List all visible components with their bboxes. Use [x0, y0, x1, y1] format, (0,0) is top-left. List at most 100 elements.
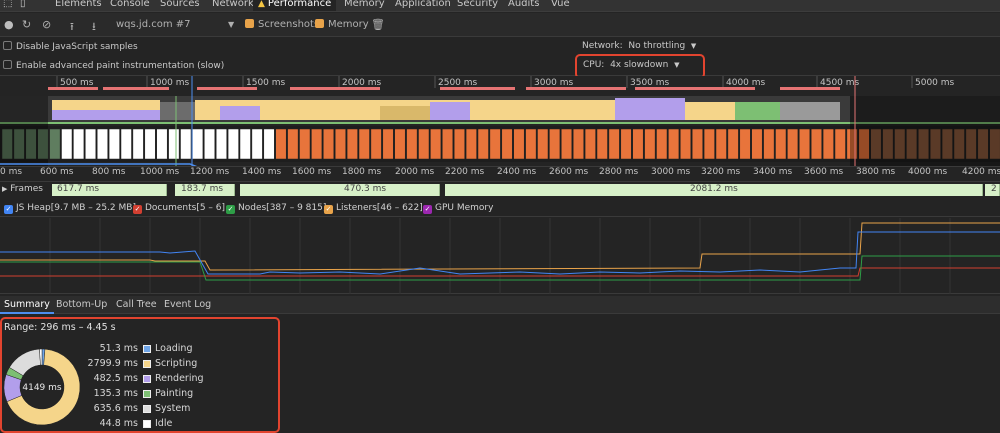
frame-duration: 2 [991, 184, 997, 194]
tab-vue[interactable]: Vue [551, 0, 570, 9]
screenshot-thumbnail [727, 128, 739, 160]
disable-js-samples-checkbox[interactable]: Disable JavaScript samples [3, 41, 138, 52]
time-tick-label: 1800 ms [342, 167, 382, 177]
screenshot-thumbnail [465, 128, 477, 160]
frame-bar[interactable] [240, 184, 440, 196]
reload-record-icon[interactable]: ↻ [22, 18, 31, 31]
screenshot-thumbnail [287, 128, 299, 160]
summary-row-label: Idle [155, 418, 173, 429]
overview-tick-label: 2000 ms [342, 78, 382, 88]
screenshot-thumbnail [144, 128, 156, 160]
tab-application[interactable]: Application [395, 0, 451, 9]
time-tick-label: 4000 ms [908, 167, 948, 177]
tab-elements[interactable]: Elements [55, 0, 102, 9]
screenshot-thumbnail [168, 128, 180, 160]
tab-security[interactable]: Security [457, 0, 498, 9]
frames-track[interactable]: ▶ Frames 617.7 ms 183.7 ms 470.3 ms 2081… [0, 183, 1000, 197]
trash-icon[interactable]: 🗑 [371, 18, 385, 31]
screenshot-thumbnail [549, 128, 561, 160]
screenshot-thumbnail [73, 128, 85, 160]
screenshot-thumbnail [370, 128, 382, 160]
frames-track-label[interactable]: ▶ Frames [2, 184, 43, 194]
screenshot-thumbnail [632, 128, 644, 160]
overview-tick-label: 3500 ms [630, 78, 670, 88]
screenshot-thumbnail [215, 128, 227, 160]
memory-counters-legend: ✓ JS Heap[9.7 MB – 25.2 MB] ✓ Documents[5 … [0, 199, 1000, 217]
tab-audits[interactable]: Audits [508, 0, 539, 9]
network-throttling[interactable]: Network: No throttling ▼ [582, 41, 696, 51]
long-task-bars [48, 87, 840, 90]
checkbox-checked-icon [315, 19, 324, 28]
gpu-memory-checkbox[interactable]: ✓ GPU Memory [423, 203, 493, 214]
screenshot-thumbnail [691, 128, 703, 160]
overview-tick-label: 5000 ms [915, 78, 955, 88]
tab-sources[interactable]: Sources [160, 0, 200, 9]
device-icon[interactable]: ▯ [20, 0, 26, 9]
time-tick-label: 0 ms [0, 167, 23, 177]
screenshot-thumbnail [120, 128, 132, 160]
screenshot-thumbnail [799, 128, 811, 160]
recording-select[interactable]: wqs.jd.com #7 [116, 19, 191, 30]
time-tick-label: 3800 ms [856, 167, 896, 177]
screenshot-thumbnail [608, 128, 620, 160]
time-tick-label: 1200 ms [190, 167, 230, 177]
overview-tick-label: 1000 ms [150, 78, 190, 88]
screenshot-thumbnail [668, 128, 680, 160]
tab-event-log[interactable]: Event Log [160, 296, 215, 314]
screenshot-thumbnail [323, 128, 335, 160]
summary-row-value: 135.3 ms [93, 388, 138, 399]
nodes-checkbox[interactable]: ✓ Nodes[387 – 9 815] [226, 203, 326, 214]
screenshot-thumbnail [596, 128, 608, 160]
js-heap-checkbox[interactable]: ✓ JS Heap[9.7 MB – 25.2 MB] [4, 203, 136, 214]
timeline-overview[interactable]: 500 ms 1000 ms 1500 ms 2000 ms 2500 ms 3000 m… [0, 76, 1000, 170]
documents-checkbox[interactable]: ✓ Documents[5 – 6] [133, 203, 225, 214]
screenshot-thumbnail [703, 128, 715, 160]
tab-memory[interactable]: Memory [344, 0, 385, 9]
summary-row-value: 482.5 ms [93, 373, 138, 384]
screenshot-thumbnail [644, 128, 656, 160]
inspect-icon[interactable]: ⬚ [3, 0, 12, 9]
time-tick-label: 1400 ms [242, 167, 282, 177]
time-tick-label: 2400 ms [497, 167, 537, 177]
tab-bottom-up[interactable]: Bottom-Up [52, 296, 111, 314]
summary-row-value: 51.3 ms [99, 343, 138, 354]
screenshot-thumbnail [453, 128, 465, 160]
screenshot-thumbnail [477, 128, 489, 160]
tab-performance[interactable]: ▲ Performance [253, 0, 337, 11]
tab-call-tree[interactable]: Call Tree [112, 296, 161, 314]
screenshot-thumbnail [572, 128, 584, 160]
tab-summary[interactable]: Summary [0, 296, 54, 314]
screenshot-thumbnail [108, 128, 120, 160]
upload-icon[interactable]: ⭱ [70, 18, 74, 37]
memory-checkbox[interactable]: Memory [315, 19, 369, 30]
screenshot-thumbnail [513, 128, 525, 160]
time-tick-label: 1600 ms [292, 167, 332, 177]
checkbox-checked-icon: ✓ [324, 205, 333, 214]
screenshot-thumbnail [715, 128, 727, 160]
download-icon[interactable]: ⭳ [92, 18, 96, 37]
screenshot-thumbnail [275, 128, 287, 160]
clear-icon[interactable]: ⊘ [42, 18, 51, 31]
screenshot-thumbnail [489, 128, 501, 160]
record-icon[interactable]: ● [4, 18, 14, 31]
overview-tick-label: 2500 ms [438, 78, 478, 88]
screenshot-thumbnail [810, 128, 822, 160]
screenshot-thumbnail [501, 128, 513, 160]
flamechart-time-axis: 0 ms 600 ms 800 ms 1000 ms 1200 ms 1400 ms 160… [0, 166, 1000, 182]
screenshot-thumbnail [834, 128, 846, 160]
time-tick-label: 800 ms [92, 167, 126, 177]
listeners-checkbox[interactable]: ✓ Listeners[46 – 622] [324, 203, 423, 214]
screenshot-thumbnail [584, 128, 596, 160]
chevron-down-icon[interactable]: ▼ [228, 20, 234, 29]
details-tabs: Summary Bottom-Up Call Tree Event Log [0, 296, 1000, 314]
capture-settings: Disable JavaScript samples Enable advanc… [0, 38, 1000, 79]
tab-console[interactable]: Console [110, 0, 150, 9]
tab-network[interactable]: Network [212, 0, 254, 9]
checkbox-checked-icon: ✓ [423, 205, 432, 214]
screenshots-checkbox[interactable]: Screenshots [245, 19, 319, 30]
paint-instrumentation-checkbox[interactable]: Enable advanced paint instrumentation (s… [3, 60, 224, 71]
time-tick-label: 2200 ms [445, 167, 485, 177]
time-tick-label: 3000 ms [651, 167, 691, 177]
screenshot-thumbnail [656, 128, 668, 160]
overview-tick-label: 4000 ms [726, 78, 766, 88]
